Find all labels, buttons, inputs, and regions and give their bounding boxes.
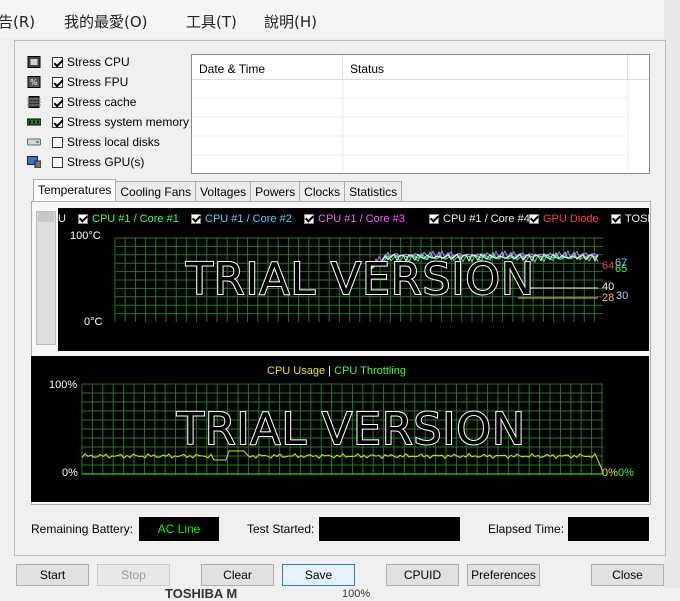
- legend-item-4[interactable]: CPU #1 / Core #4: [429, 213, 530, 225]
- legend-item-2[interactable]: CPU #1 / Core #2: [191, 213, 292, 225]
- tab-cooling-fans[interactable]: Cooling Fans: [115, 181, 197, 203]
- legend-checkbox[interactable]: [78, 214, 88, 224]
- usage-chart-title: CPU Usage | CPU Throttling: [267, 365, 406, 377]
- legend-checkbox[interactable]: [611, 214, 621, 224]
- temp-end-label-gpu: 64: [602, 260, 615, 272]
- stress-gpu-label: Stress GPU(s): [67, 155, 145, 169]
- legend-item-0[interactable]: U: [58, 213, 66, 225]
- legend-label: CPU #1 / Core #1: [92, 213, 179, 225]
- log-column-status[interactable]: Status: [343, 55, 628, 79]
- elapsed-time-value: [568, 517, 649, 541]
- legend-label: GPU Diode: [543, 213, 599, 225]
- log-column-datetime[interactable]: Date & Time: [192, 55, 343, 79]
- temp-end-label-other2: 30: [616, 290, 629, 302]
- stress-fpu-label: Stress FPU: [67, 75, 129, 89]
- log-empty-rows: [192, 80, 629, 172]
- legend-label: CPU #1 / Core #3: [318, 213, 405, 225]
- disk-drive-icon: [27, 138, 41, 146]
- stress-cpu-label: Stress CPU: [67, 55, 130, 69]
- clear-button[interactable]: Clear: [201, 564, 274, 586]
- battery-value: AC Line: [139, 517, 219, 541]
- temp-axis-top-label: 100°C: [70, 230, 101, 242]
- usage-trial-watermark: TRIAL VERSION: [176, 403, 526, 456]
- battery-label: Remaining Battery:: [31, 522, 134, 536]
- temp-trial-watermark: TRIAL VERSION: [185, 253, 535, 306]
- background-right-edge: [664, 0, 680, 601]
- legend-checkbox[interactable]: [529, 214, 539, 224]
- stress-cache-option[interactable]: Stress cache: [27, 93, 136, 111]
- usage-title-cpu-usage: CPU Usage: [267, 365, 326, 377]
- tab-statistics[interactable]: Statistics: [344, 181, 403, 203]
- throttle-end-label: 0%: [618, 467, 634, 479]
- fpu-chip-icon: %: [27, 76, 41, 88]
- legend-item-1[interactable]: CPU #1 / Core #1: [78, 213, 179, 225]
- test-started-value: [319, 517, 460, 541]
- close-button[interactable]: Close: [591, 564, 664, 586]
- stress-disks-label: Stress local disks: [67, 135, 160, 149]
- background-menubar: 告(R) 我的最愛(O) 工具(T) 說明(H): [0, 0, 680, 38]
- memory-stick-icon: [27, 118, 41, 126]
- bg-menu-help: 說明(H): [264, 13, 317, 31]
- event-log-table[interactable]: Date & Time Status: [191, 54, 650, 174]
- stop-button[interactable]: Stop: [97, 564, 170, 586]
- usage-axis-bottom-label: 0%: [62, 467, 78, 479]
- svg-text:%: %: [30, 78, 38, 87]
- temperature-chart: U CPU #1 / Core #1 CPU #1 / Core #2 CPU #1 …: [58, 208, 649, 351]
- cache-chip-icon: [27, 96, 41, 108]
- stress-disks-option[interactable]: Stress local disks: [27, 133, 160, 151]
- usage-title-cpu-throttling: CPU Throttling: [334, 365, 406, 377]
- legend-label: CPU #1 / Core #4: [443, 213, 530, 225]
- log-column-filler: [628, 55, 648, 79]
- start-button[interactable]: Start: [16, 564, 89, 586]
- stress-cpu-checkbox[interactable]: [52, 56, 63, 68]
- legend-label: TOSH: [625, 213, 649, 225]
- bg-device-name: TOSHIBA M: [165, 586, 238, 601]
- sensor-tabs: Temperatures Cooling Fans Voltages Power…: [33, 179, 403, 204]
- legend-label: U: [58, 213, 66, 225]
- test-started-label: Test Started:: [247, 522, 315, 536]
- bg-menu-favorites: 我的最愛(O): [64, 13, 148, 31]
- stress-memory-label: Stress system memory: [67, 115, 190, 129]
- temp-end-label-other1: 28: [602, 292, 615, 304]
- stress-fpu-checkbox[interactable]: [52, 76, 63, 88]
- stress-disks-checkbox[interactable]: [52, 136, 63, 148]
- elapsed-time-label: Elapsed Time:: [488, 522, 565, 536]
- legend-scrollbar[interactable]: [36, 211, 56, 345]
- preferences-button[interactable]: Preferences: [467, 564, 540, 586]
- stress-gpu-option[interactable]: Stress GPU(s): [27, 153, 144, 171]
- legend-item-3[interactable]: CPU #1 / Core #3: [304, 213, 405, 225]
- stress-memory-checkbox[interactable]: [52, 116, 63, 128]
- save-button[interactable]: Save: [282, 564, 355, 586]
- bg-menu-tools: 工具(T): [186, 13, 237, 31]
- cpu-chip-icon: [27, 56, 41, 68]
- legend-label: CPU #1 / Core #2: [205, 213, 292, 225]
- stress-fpu-option[interactable]: % Stress FPU: [27, 73, 128, 91]
- usage-axis-top-label: 100%: [49, 379, 78, 391]
- cpuid-button[interactable]: CPUID: [386, 564, 459, 586]
- bg-percent: 100%: [342, 588, 371, 600]
- legend-checkbox[interactable]: [429, 214, 439, 224]
- tab-clocks[interactable]: Clocks: [299, 181, 346, 203]
- cpu-usage-chart: CPU Usage | CPU Throttling 100% 0% TRIAL…: [31, 356, 649, 502]
- background-bottom-strip: TOSHIBA M 100%: [0, 586, 680, 601]
- tab-powers[interactable]: Powers: [250, 181, 301, 203]
- tab-voltages[interactable]: Voltages: [195, 181, 252, 203]
- stress-cpu-option[interactable]: Stress CPU: [27, 53, 130, 71]
- bg-menu-report: 告(R): [0, 13, 36, 31]
- stress-cache-label: Stress cache: [67, 95, 137, 109]
- usage-title-separator: |: [328, 365, 331, 377]
- legend-item-5[interactable]: GPU Diode: [529, 213, 599, 225]
- legend-scrollbar-thumb[interactable]: [38, 212, 54, 222]
- gpu-monitor-icon: [27, 156, 41, 168]
- temp-axis-bottom-label: 0°C: [84, 316, 103, 328]
- usage-end-label: 0%: [602, 467, 618, 479]
- log-header-row: Date & Time Status: [192, 55, 649, 80]
- stress-gpu-checkbox[interactable]: [52, 156, 63, 168]
- legend-checkbox[interactable]: [191, 214, 201, 224]
- legend-checkbox[interactable]: [304, 214, 314, 224]
- stress-memory-option[interactable]: Stress system memory: [27, 113, 189, 131]
- legend-item-6[interactable]: TOSH: [611, 213, 649, 225]
- stress-cache-checkbox[interactable]: [52, 96, 63, 108]
